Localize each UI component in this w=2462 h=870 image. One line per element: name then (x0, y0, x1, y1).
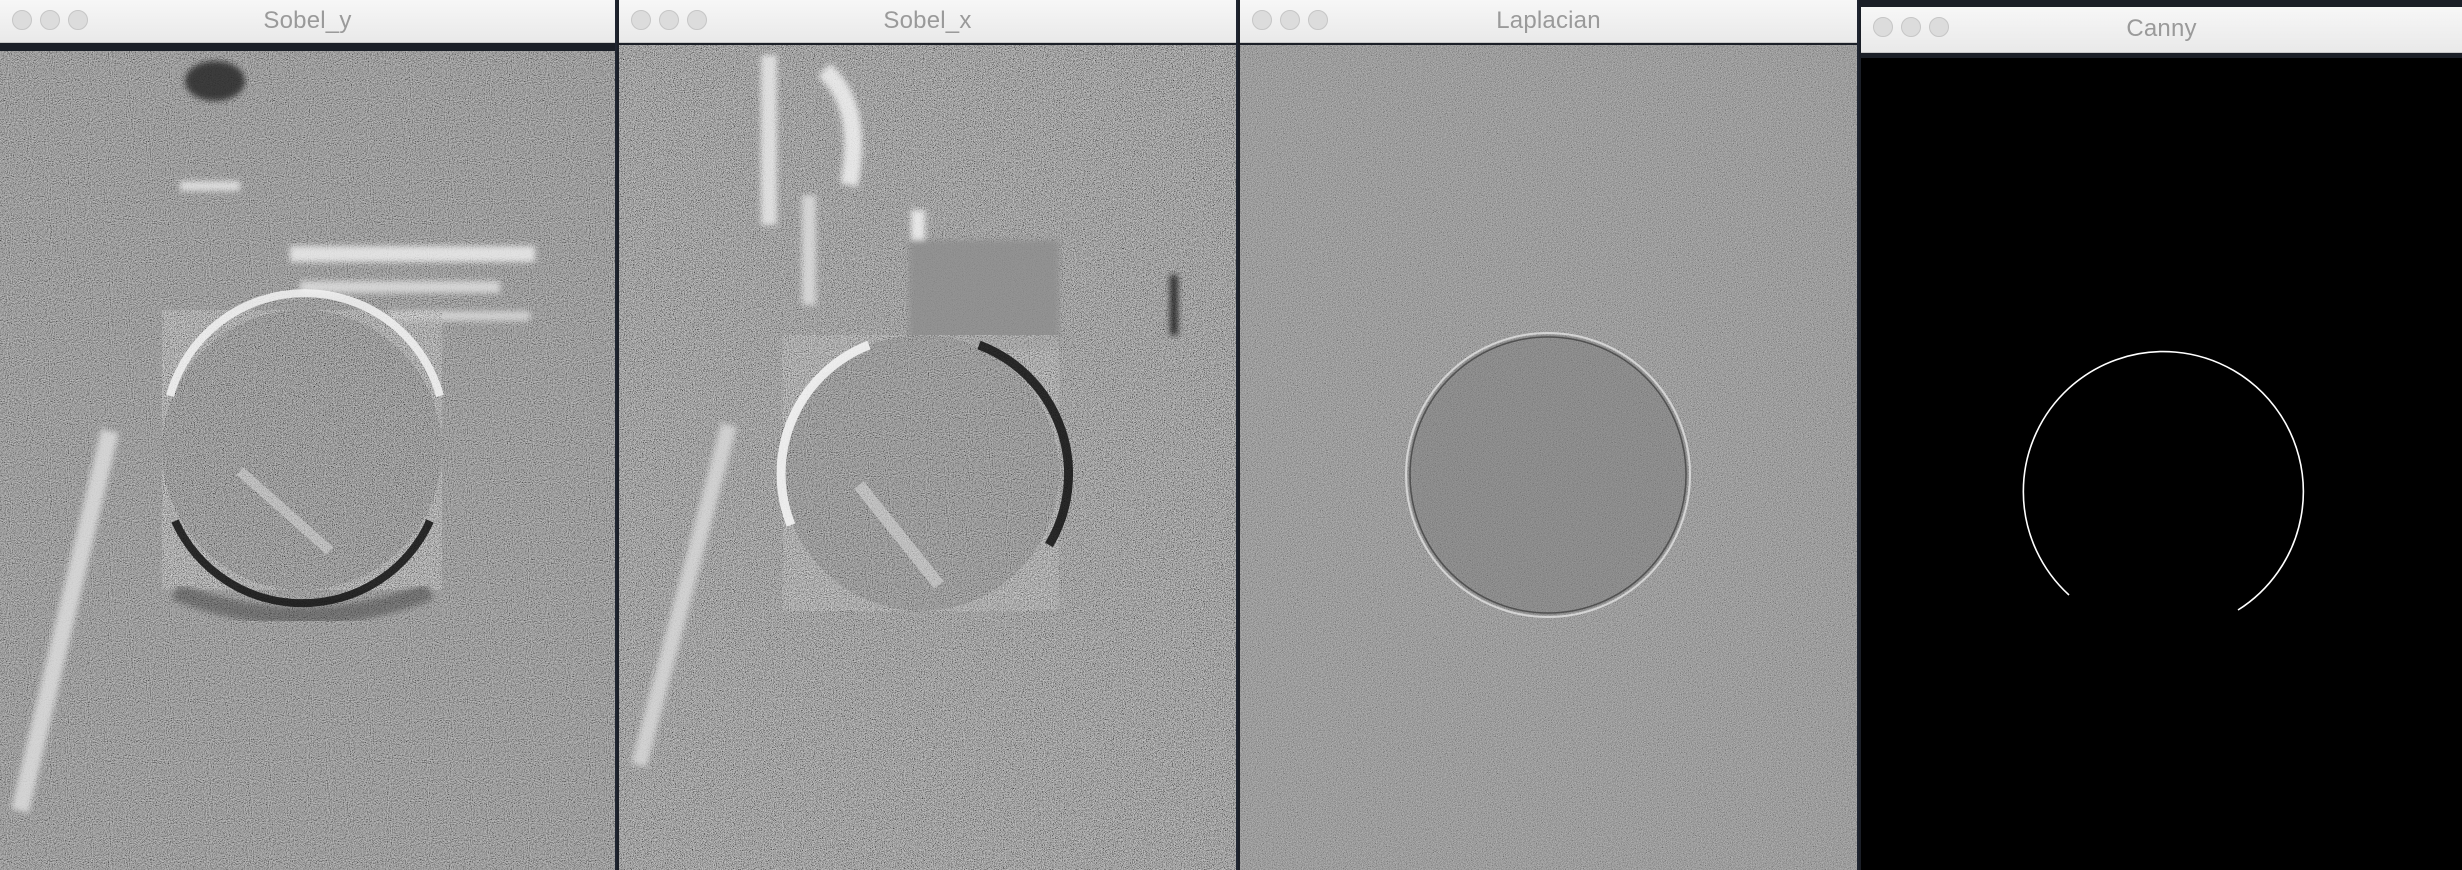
title-bar[interactable]: Sobel_x (619, 0, 1236, 43)
window-divider (1236, 0, 1238, 870)
sobel-y-image (0, 51, 615, 870)
image-view (0, 51, 615, 870)
canny-image (1861, 58, 2462, 870)
title-bar[interactable]: Sobel_y (0, 0, 615, 43)
window-title: Sobel_y (263, 7, 352, 34)
window-divider (615, 0, 617, 870)
image-view (619, 45, 1236, 870)
window-canny[interactable]: Canny (1861, 0, 2462, 870)
window-divider (1857, 0, 1859, 870)
sobel-x-image (619, 45, 1236, 870)
image-view (1861, 58, 2462, 870)
window-title: Laplacian (1496, 7, 1601, 34)
window-title: Sobel_x (883, 7, 972, 34)
window-laplacian[interactable]: Laplacian (1240, 0, 1857, 870)
image-view (1240, 45, 1857, 870)
window-sobel-x[interactable]: Sobel_x (619, 0, 1236, 870)
laplacian-image (1240, 45, 1857, 870)
window-sobel-y[interactable]: Sobel_y (0, 0, 615, 870)
window-title: Canny (2126, 15, 2197, 42)
title-bar[interactable]: Canny (1861, 7, 2462, 53)
title-bar[interactable]: Laplacian (1240, 0, 1857, 43)
